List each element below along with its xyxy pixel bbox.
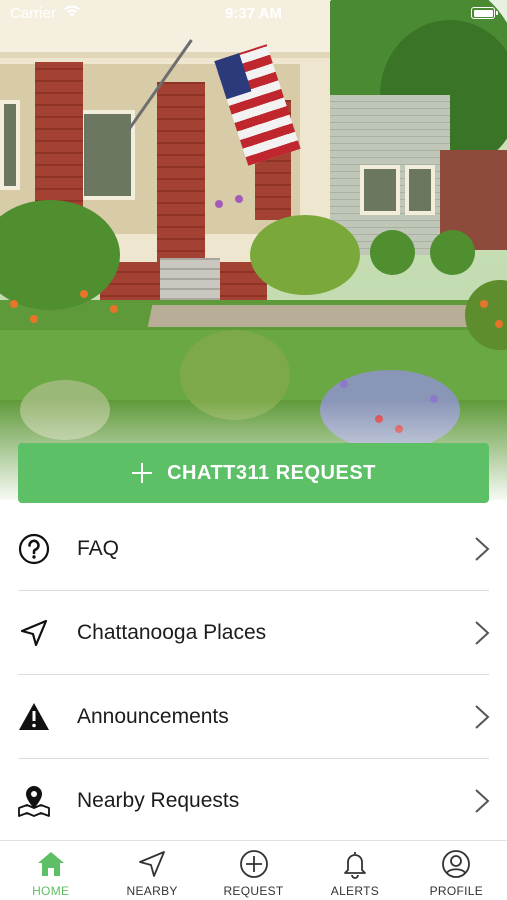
menu-item-label: Nearby Requests — [77, 789, 240, 812]
chevron-right-icon — [475, 621, 490, 645]
tab-home[interactable]: HOME — [0, 841, 101, 900]
tab-label: HOME — [32, 884, 70, 898]
bell-icon — [344, 852, 366, 879]
chevron-right-icon — [475, 789, 490, 813]
question-circle-icon — [17, 532, 51, 566]
menu-item-nearby-requests[interactable]: Nearby Requests — [0, 759, 507, 843]
map-pin-icon — [17, 784, 51, 818]
menu-item-label: FAQ — [77, 537, 120, 560]
tab-profile[interactable]: PROFILE — [406, 841, 507, 900]
navigation-arrow-icon — [17, 616, 51, 650]
home-menu-list: FAQ Chattanooga Places Announcements Nea… — [0, 507, 507, 843]
menu-item-label: Announcements — [77, 705, 229, 728]
user-circle-icon — [442, 850, 471, 878]
navigation-arrow-icon — [139, 851, 166, 877]
warning-triangle-icon — [17, 700, 51, 734]
status-bar: Carrier 9:37 AM — [0, 0, 507, 28]
plus-icon — [132, 463, 153, 483]
tab-bar: HOME NEARBY REQUEST ALERTS PROFILE — [0, 840, 507, 900]
chevron-right-icon — [475, 705, 490, 729]
tab-request[interactable]: REQUEST — [203, 841, 304, 900]
menu-item-chattanooga-places[interactable]: Chattanooga Places — [0, 591, 507, 675]
chatt311-request-button[interactable]: CHATT311 REQUEST — [18, 443, 489, 503]
tab-label: NEARBY — [126, 884, 178, 898]
menu-item-announcements[interactable]: Announcements — [0, 675, 507, 759]
menu-item-faq[interactable]: FAQ — [0, 507, 507, 591]
hero-image — [0, 0, 507, 500]
request-button-label: CHATT311 REQUEST — [167, 461, 376, 484]
status-time: 9:37 AM — [225, 5, 282, 22]
tab-alerts[interactable]: ALERTS — [304, 841, 405, 900]
tab-label: PROFILE — [429, 884, 484, 898]
tab-label: REQUEST — [223, 884, 284, 898]
menu-item-label: Chattanooga Places — [77, 621, 267, 644]
plus-circle-icon — [239, 850, 268, 878]
home-icon — [37, 852, 64, 876]
chevron-right-icon — [475, 537, 490, 561]
battery-icon — [471, 7, 498, 19]
tab-nearby[interactable]: NEARBY — [101, 841, 202, 900]
tab-label: ALERTS — [330, 884, 380, 898]
